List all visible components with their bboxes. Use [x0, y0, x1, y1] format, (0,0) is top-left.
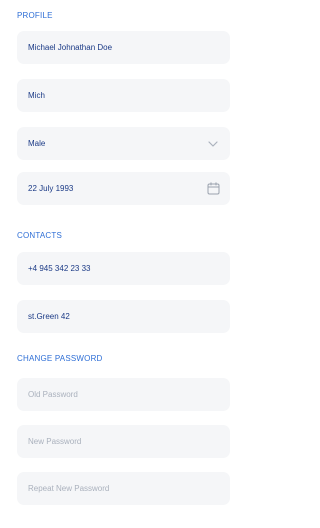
address-field[interactable]: st.Green 42 — [17, 300, 230, 333]
new-password-placeholder: New Password — [28, 436, 82, 446]
edit-profile-page: PROFILE Michael Johnathan Doe Mich Male … — [0, 0, 244, 528]
chevron-down-icon[interactable] — [206, 137, 220, 151]
change-password-section-title: CHANGE PASSWORD — [17, 354, 103, 363]
profile-section-title: PROFILE — [17, 11, 53, 20]
calendar-icon[interactable] — [206, 182, 220, 196]
phone-value: +4 945 342 23 33 — [28, 263, 91, 273]
new-password-field[interactable]: New Password — [17, 425, 230, 458]
full-name-value: Michael Johnathan Doe — [28, 42, 113, 52]
nickname-field[interactable]: Mich — [17, 79, 230, 112]
phone-field[interactable]: +4 945 342 23 33 — [17, 252, 230, 285]
full-name-field[interactable]: Michael Johnathan Doe — [17, 31, 230, 64]
address-value: st.Green 42 — [28, 311, 70, 321]
gender-select[interactable]: Male — [17, 127, 230, 160]
gender-value: Male — [28, 138, 46, 148]
old-password-field[interactable]: Old Password — [17, 378, 230, 411]
birth-date-value: 22 July 1993 — [28, 183, 74, 193]
birth-date-field[interactable]: 22 July 1993 — [17, 172, 230, 205]
nickname-value: Mich — [28, 90, 45, 100]
contacts-section-title: CONTACTS — [17, 231, 63, 240]
repeat-password-placeholder: Repeat New Password — [28, 483, 110, 493]
repeat-password-field[interactable]: Repeat New Password — [17, 472, 230, 505]
old-password-placeholder: Old Password — [28, 389, 78, 399]
